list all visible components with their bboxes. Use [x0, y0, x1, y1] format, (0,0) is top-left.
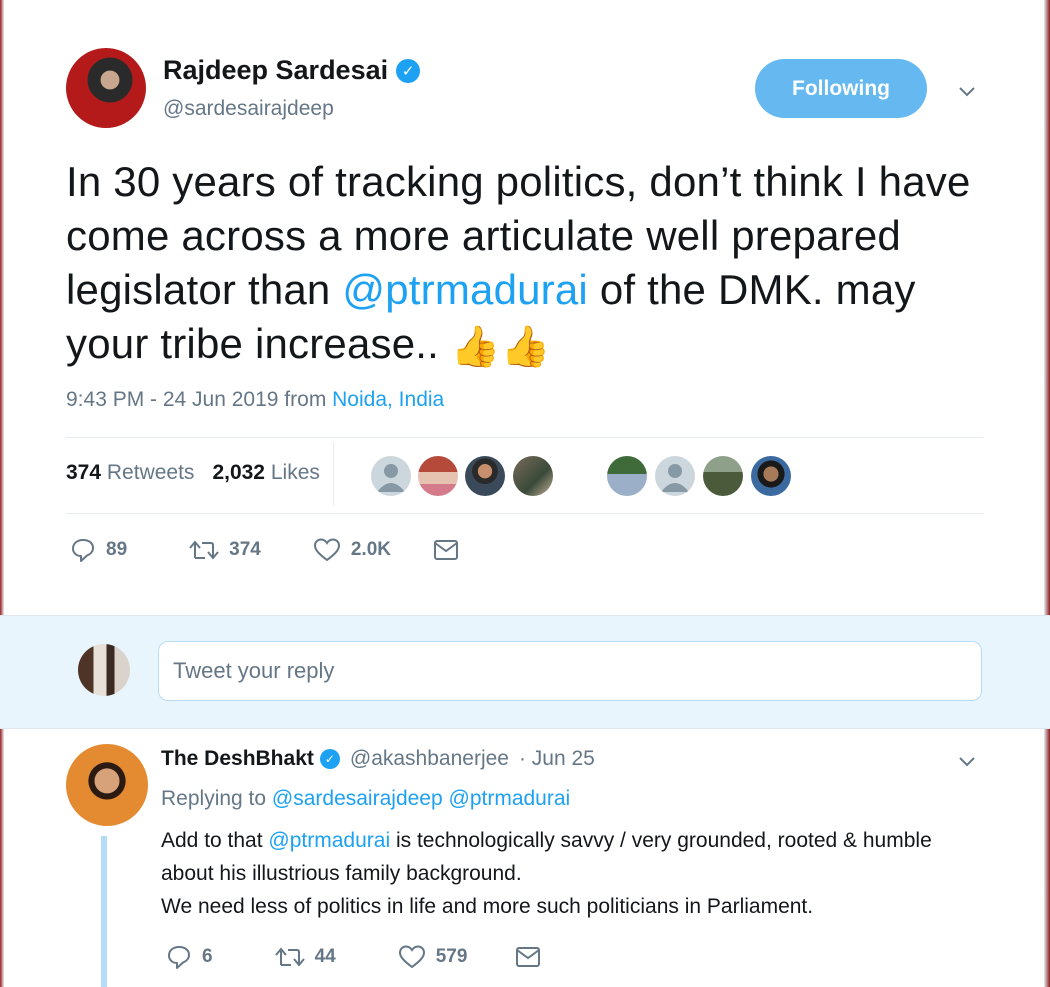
liker-avatar[interactable] [655, 456, 695, 496]
chevron-down-icon[interactable] [958, 752, 976, 770]
author-name-row[interactable]: Rajdeep Sardesai ✓ [163, 55, 421, 86]
retweet-action[interactable]: 374 [189, 538, 261, 562]
reply-icon [168, 946, 190, 969]
window-edge-right [1044, 0, 1050, 987]
like-action[interactable]: 579 [398, 944, 468, 970]
chevron-down-icon[interactable] [958, 82, 976, 100]
mention-link[interactable]: @ptrmadurai [449, 787, 571, 810]
liker-avatar[interactable] [418, 456, 458, 496]
mention-link[interactable]: @sardesairajdeep [272, 787, 443, 810]
envelope-icon [516, 947, 541, 967]
retweets-count: 374 [66, 461, 102, 484]
tweet-text: In 30 years of tracking politics, don’t … [66, 155, 976, 374]
thread-line [101, 836, 107, 987]
likes-count: 2,032 [212, 461, 265, 484]
like-count: 2.0K [350, 539, 391, 560]
reply-author-handle[interactable]: @akashbanerjee [350, 747, 509, 771]
thumbs-up-emoji-icon: 👍 [500, 324, 551, 369]
retweet-icon [274, 947, 305, 967]
reply-author-avatar[interactable] [66, 744, 148, 826]
reply-icon [72, 539, 94, 562]
tweet-stats: 374 Retweets 2,032 Likes [66, 461, 320, 485]
retweet-count: 44 [314, 946, 336, 967]
retweets-label: Retweets [106, 461, 195, 484]
reply-count: 89 [106, 539, 128, 560]
liker-avatar[interactable] [703, 456, 743, 496]
mention-link[interactable]: @ptrmadurai [268, 829, 390, 852]
following-button[interactable]: Following [755, 59, 927, 118]
liker-avatar[interactable] [607, 456, 647, 496]
likes-label: Likes [270, 461, 320, 484]
tweet-location-link[interactable]: Noida, India [332, 388, 444, 411]
reply-text-part: We need less of politics in life and mor… [161, 895, 814, 918]
verified-badge-icon: ✓ [396, 58, 421, 83]
retweet-action[interactable]: 44 [274, 945, 336, 969]
reply-date[interactable]: · Jun 25 [519, 747, 595, 771]
like-count: 579 [435, 946, 468, 967]
liker-avatar[interactable] [371, 456, 411, 496]
tweet-meta: 9:43 PM - 24 Jun 2019 from Noida, India [66, 388, 444, 412]
liker-avatar[interactable] [751, 456, 791, 496]
current-user-avatar [78, 644, 130, 696]
retweets-stat[interactable]: 374 Retweets [66, 461, 194, 485]
author-avatar[interactable] [66, 48, 146, 128]
thumbs-up-emoji-icon: 👍 [450, 324, 501, 369]
liker-avatar[interactable] [465, 456, 505, 496]
tweet-actions: 89 374 2.0K [70, 537, 459, 563]
reply-action[interactable]: 89 [70, 537, 127, 563]
direct-message-action[interactable] [433, 539, 459, 561]
window-edge-left [0, 0, 4, 987]
direct-message-action[interactable] [515, 946, 541, 968]
reply-input[interactable] [158, 641, 982, 701]
heart-icon [313, 538, 340, 562]
replying-to: Replying to @sardesairajdeep @ptrmadurai [161, 787, 570, 811]
liker-avatar[interactable] [513, 456, 553, 496]
reply-actions: 6 44 579 [166, 944, 541, 970]
stats-separator [333, 442, 334, 506]
divider [66, 437, 983, 438]
likes-stat[interactable]: 2,032 Likes [212, 461, 319, 485]
replying-to-label: Replying to [161, 787, 267, 810]
retweet-count: 374 [229, 539, 261, 560]
divider [66, 513, 983, 514]
author-name[interactable]: Rajdeep Sardesai [163, 55, 388, 86]
author-handle[interactable]: @sardesairajdeep [163, 97, 334, 121]
reply-author-name[interactable]: The DeshBhakt [161, 747, 314, 771]
retweet-icon [189, 540, 219, 560]
reply-text-part: Add to that [161, 829, 269, 852]
verified-badge-icon: ✓ [319, 749, 340, 769]
reply-count: 6 [202, 946, 213, 967]
reply-author-row: The DeshBhakt ✓ @akashbanerjee · Jun 25 [161, 747, 595, 771]
reply-text: Add to that @ptrmadurai is technological… [161, 824, 961, 923]
tweet-card: Rajdeep Sardesai ✓ @sardesairajdeep Foll… [0, 0, 1050, 987]
like-action[interactable]: 2.0K [313, 537, 391, 563]
tweet-timestamp[interactable]: 9:43 PM - 24 Jun 2019 from [66, 388, 332, 411]
envelope-icon [433, 540, 458, 560]
mention-link[interactable]: @ptrmadurai [342, 266, 588, 313]
heart-icon [398, 945, 425, 969]
reply-action[interactable]: 6 [166, 944, 213, 970]
